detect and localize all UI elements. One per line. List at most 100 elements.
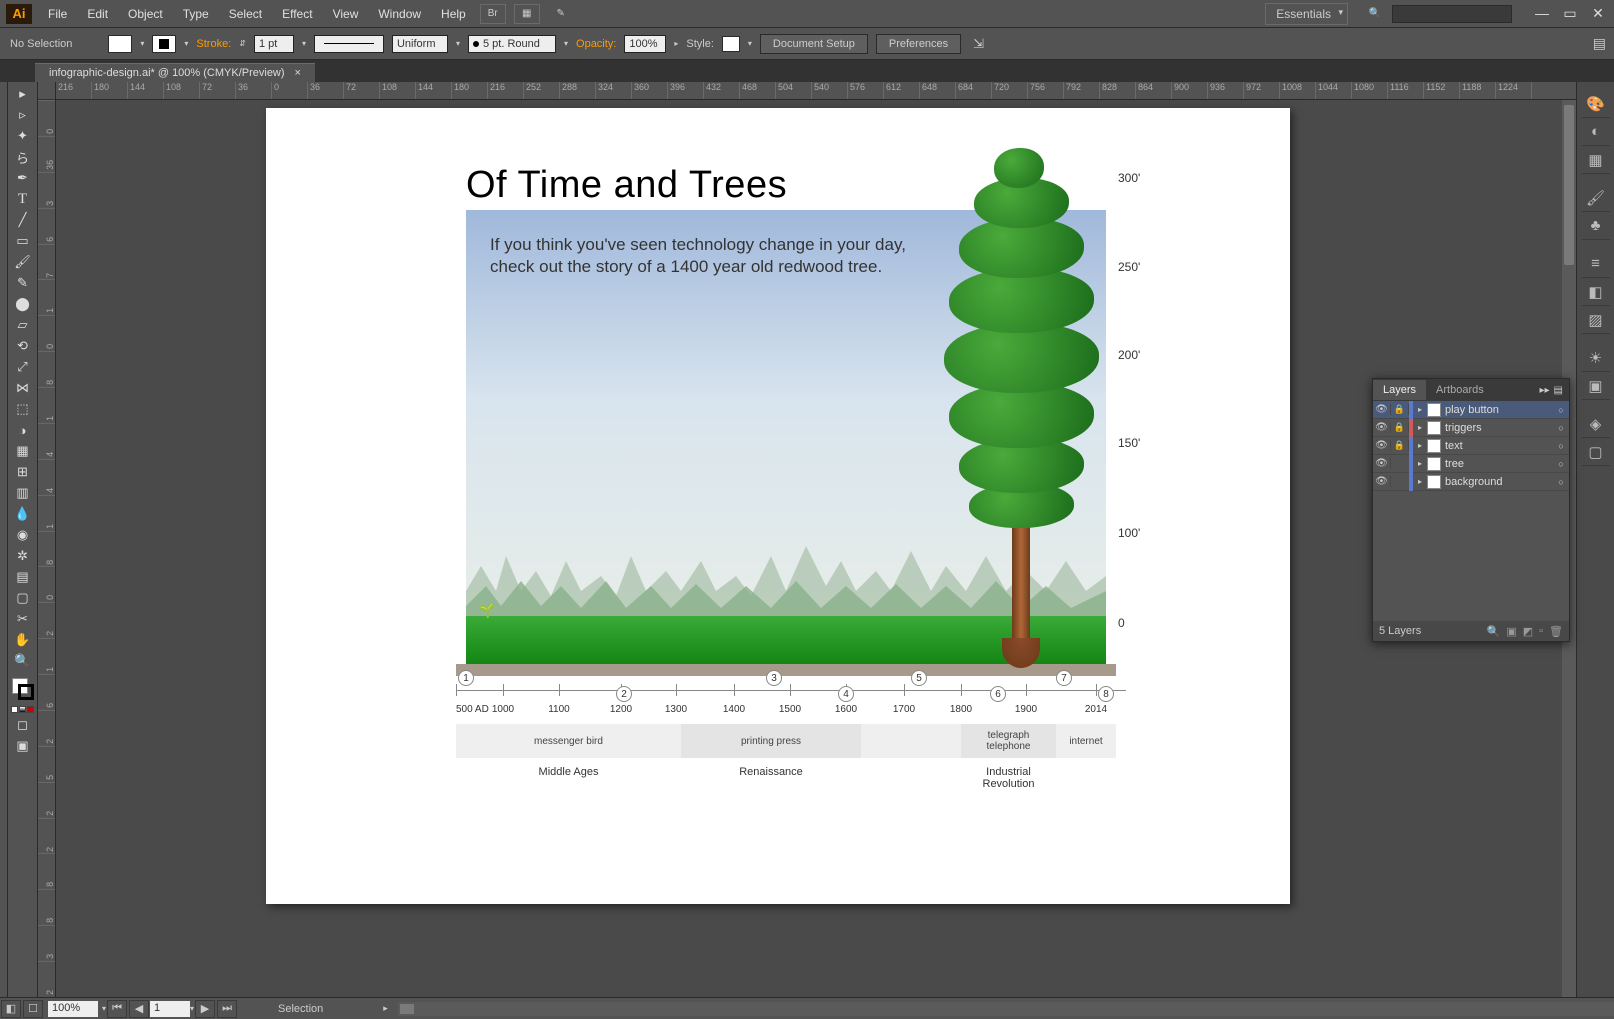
color-mode-buttons[interactable]: [11, 706, 34, 713]
artboards-tab[interactable]: Artboards: [1426, 380, 1494, 400]
lock-toggle[interactable]: 🔒: [1391, 440, 1409, 451]
prev-artboard-button[interactable]: ◀: [129, 1000, 149, 1018]
rectangle-tool[interactable]: ▭: [11, 231, 35, 251]
arrange-docs-icon[interactable]: ▦: [514, 4, 540, 24]
eyedropper-tool[interactable]: 💧: [11, 504, 35, 524]
opacity-field[interactable]: 100%: [624, 35, 666, 53]
graph-tool[interactable]: ▤: [11, 567, 35, 587]
scale-tool[interactable]: ⤢: [11, 357, 35, 377]
color-guide-icon[interactable]: ◐: [1582, 118, 1610, 146]
lasso-tool[interactable]: ら: [11, 147, 35, 167]
slice-tool[interactable]: ✂: [11, 609, 35, 629]
new-layer-icon[interactable]: ▫: [1539, 625, 1543, 637]
stroke-swatch[interactable]: [152, 35, 176, 53]
layer-row[interactable]: 👁🔒▸text○: [1373, 437, 1569, 455]
workspace-switcher[interactable]: Essentials: [1265, 3, 1348, 25]
swatches-panel-icon[interactable]: ▦: [1582, 146, 1610, 174]
draw-mode-normal[interactable]: ◻: [11, 715, 35, 735]
transparency-panel-icon[interactable]: ▨: [1582, 306, 1610, 334]
collapse-panel-icon[interactable]: ▸▸: [1540, 385, 1550, 396]
layer-name[interactable]: tree: [1445, 458, 1553, 470]
menu-object[interactable]: Object: [118, 3, 173, 25]
layer-name[interactable]: text: [1445, 440, 1553, 452]
next-artboard-button[interactable]: ▶: [195, 1000, 215, 1018]
menu-view[interactable]: View: [323, 3, 369, 25]
graphic-styles-icon[interactable]: ▣: [1582, 372, 1610, 400]
panel-menu-icon[interactable]: ▤: [1554, 385, 1563, 396]
target-icon[interactable]: ○: [1553, 405, 1569, 415]
menu-help[interactable]: Help: [431, 3, 476, 25]
brushes-panel-icon[interactable]: 🖌: [1582, 184, 1610, 212]
ruler-origin[interactable]: [38, 82, 56, 100]
disclosure-icon[interactable]: ▸: [1413, 477, 1427, 486]
mesh-tool[interactable]: ⊞: [11, 462, 35, 482]
maximize-button[interactable]: ▭: [1560, 5, 1580, 22]
cc-sync-icon[interactable]: ☐: [23, 1000, 43, 1018]
layer-name[interactable]: play button: [1445, 404, 1553, 416]
edge-launch-icon[interactable]: ◧: [1, 1000, 21, 1018]
opacity-label[interactable]: Opacity:: [576, 38, 616, 50]
artboards-panel-icon[interactable]: ▢: [1582, 438, 1610, 466]
layer-row[interactable]: 👁🔒▸triggers○: [1373, 419, 1569, 437]
fill-swatch[interactable]: [108, 35, 132, 53]
clipping-mask-icon[interactable]: ▣: [1506, 625, 1516, 638]
layers-tab[interactable]: Layers: [1373, 380, 1426, 400]
screen-mode[interactable]: ▣: [11, 736, 35, 756]
artboard-number-field[interactable]: 1: [150, 1001, 190, 1017]
brush-definition[interactable]: 5 pt. Round: [468, 35, 556, 53]
bridge-icon[interactable]: Br: [480, 4, 506, 24]
layer-row[interactable]: 👁🔒▸play button○: [1373, 401, 1569, 419]
target-icon[interactable]: ○: [1553, 477, 1569, 487]
rotate-tool[interactable]: ⟲: [11, 336, 35, 356]
search-icon[interactable]: 🔍: [1362, 4, 1388, 24]
first-artboard-button[interactable]: ⏮: [107, 1000, 127, 1018]
paintbrush-tool[interactable]: 🖌: [11, 252, 35, 272]
stroke-weight-field[interactable]: 1 pt: [254, 35, 294, 53]
hand-tool[interactable]: ✋: [11, 630, 35, 650]
line-tool[interactable]: ╱: [11, 210, 35, 230]
layer-name[interactable]: triggers: [1445, 422, 1553, 434]
visibility-toggle[interactable]: 👁: [1373, 458, 1391, 469]
target-icon[interactable]: ○: [1553, 423, 1569, 433]
menu-window[interactable]: Window: [368, 3, 431, 25]
menu-select[interactable]: Select: [219, 3, 272, 25]
locate-object-icon[interactable]: 🔍: [1487, 625, 1501, 638]
type-tool[interactable]: T: [11, 189, 35, 209]
target-icon[interactable]: ○: [1553, 459, 1569, 469]
selection-tool[interactable]: ▸: [11, 84, 35, 104]
fill-stroke-swatch[interactable]: [12, 678, 34, 700]
new-sublayer-icon[interactable]: ◩: [1523, 625, 1533, 638]
width-tool[interactable]: ⋈: [11, 378, 35, 398]
status-menu-icon[interactable]: ▸: [383, 1003, 388, 1014]
preferences-button[interactable]: Preferences: [876, 34, 961, 54]
artboard[interactable]: Of Time and Trees If you think you've se…: [266, 108, 1290, 904]
close-tab-icon[interactable]: ×: [295, 67, 301, 79]
menu-file[interactable]: File: [38, 3, 77, 25]
appearance-panel-icon[interactable]: ☀: [1582, 344, 1610, 372]
layer-row[interactable]: 👁 ▸ tree○: [1373, 455, 1569, 473]
minimize-button[interactable]: —: [1532, 5, 1552, 22]
gradient-panel-icon[interactable]: ◧: [1582, 278, 1610, 306]
visibility-toggle[interactable]: 👁: [1373, 440, 1391, 451]
stroke-panel-icon[interactable]: ≡: [1582, 250, 1610, 278]
zoom-field[interactable]: 100%: [48, 1001, 98, 1017]
visibility-toggle[interactable]: 👁: [1373, 476, 1391, 487]
disclosure-icon[interactable]: ▸: [1413, 459, 1427, 468]
lock-toggle[interactable]: 🔒: [1391, 404, 1409, 415]
graphic-style-swatch[interactable]: [722, 36, 740, 52]
last-artboard-button[interactable]: ⏭: [217, 1000, 237, 1018]
layer-row[interactable]: 👁▸background○: [1373, 473, 1569, 491]
stroke-uniform[interactable]: Uniform: [392, 35, 448, 53]
stroke-label[interactable]: Stroke:: [196, 38, 231, 50]
document-tab[interactable]: infographic-design.ai* @ 100% (CMYK/Prev…: [35, 63, 315, 82]
pen-tool[interactable]: ✒: [11, 168, 35, 188]
pencil-tool[interactable]: ✎: [11, 273, 35, 293]
horizontal-scrollbar[interactable]: [398, 1002, 1614, 1016]
menu-effect[interactable]: Effect: [272, 3, 322, 25]
shape-builder-tool[interactable]: ◑: [11, 420, 35, 440]
symbol-sprayer-tool[interactable]: ✲: [11, 546, 35, 566]
color-panel-icon[interactable]: 🎨: [1582, 90, 1610, 118]
menu-type[interactable]: Type: [173, 3, 219, 25]
disclosure-icon[interactable]: ▸: [1413, 423, 1427, 432]
direct-selection-tool[interactable]: ▹: [11, 105, 35, 125]
